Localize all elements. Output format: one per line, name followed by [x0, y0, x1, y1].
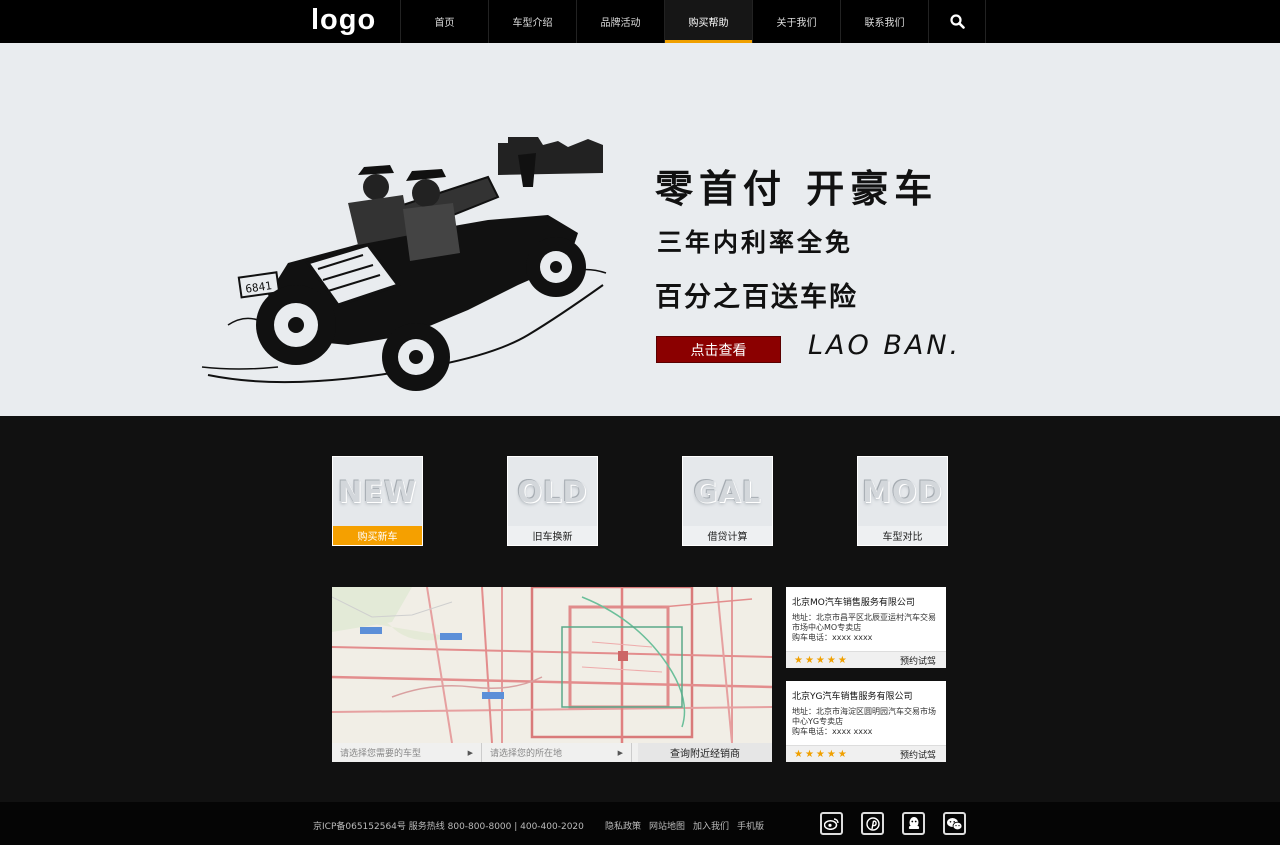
- tile-label: 车型对比: [858, 526, 947, 545]
- main-nav: 首页 车型介绍 品牌活动 购买帮助 关于我们 联系我们: [400, 0, 986, 43]
- dealer-address-text: 地址：北京市昌平区北辰亚运村汽车交易市场中心MO专卖店: [792, 613, 936, 632]
- search-dealers-button[interactable]: 查询附近经销商: [638, 743, 772, 762]
- dealer-card: 北京YG汽车销售服务有限公司 地址：北京市海淀区圆明园汽车交易市场中心YG专卖店…: [786, 681, 946, 762]
- nav-item-models[interactable]: 车型介绍: [488, 0, 576, 43]
- triangle-right-icon: ▶: [617, 748, 623, 757]
- service-tile-gal[interactable]: GAL 借贷计算: [682, 456, 773, 546]
- footer-link-join[interactable]: 加入我们: [693, 819, 729, 832]
- pinterest-button[interactable]: [861, 812, 884, 835]
- slogan-insurance: 百分之百送车险: [655, 282, 858, 313]
- weibo-icon: [824, 818, 839, 830]
- select-model-placeholder: 请选择您需要的车型: [340, 749, 422, 759]
- tile-label: 借贷计算: [683, 526, 772, 545]
- dealer-address: 地址：北京市海淀区圆明园汽车交易市场中心YG专卖店 购车电话：xxxx xxxx: [792, 707, 940, 737]
- vintage-car-illustration: 6841: [201, 137, 607, 391]
- triangle-right-icon: ▶: [467, 748, 473, 757]
- select-location-placeholder: 请选择您的所在地: [490, 749, 563, 759]
- book-test-drive-link[interactable]: 预约试驾: [900, 654, 936, 667]
- nav-item-events[interactable]: 品牌活动: [576, 0, 664, 43]
- view-details-button[interactable]: 点击查看: [656, 336, 781, 363]
- dealer-name: 北京MO汽车销售服务有限公司: [792, 598, 915, 608]
- dealer-card-footer: ★★★★★ 预约试驾: [786, 651, 946, 668]
- footer-link-mobile[interactable]: 手机版: [737, 819, 764, 832]
- slogan-interest: 三年内利率全免: [657, 228, 854, 257]
- service-tile-new[interactable]: NEW 购买新车: [332, 456, 423, 546]
- tile-word: MOD: [862, 475, 943, 509]
- brand-script: LAO BAN.: [808, 330, 962, 361]
- dealer-phone: 购车电话：xxxx xxxx: [792, 633, 873, 642]
- star-rating: ★★★★★: [794, 748, 849, 760]
- dealer-card: 北京MO汽车销售服务有限公司 地址：北京市昌平区北辰亚运村汽车交易市场中心MO专…: [786, 587, 946, 668]
- tile-label: 购买新车: [333, 526, 422, 545]
- star-rating: ★★★★★: [794, 654, 849, 666]
- top-nav-bar: logo 首页 车型介绍 品牌活动 购买帮助 关于我们 联系我们: [0, 0, 1280, 43]
- nav-item-contact[interactable]: 联系我们: [840, 0, 928, 43]
- weibo-button[interactable]: [820, 812, 843, 835]
- dealer-address: 地址：北京市昌平区北辰亚运村汽车交易市场中心MO专卖店 购车电话：xxxx xx…: [792, 613, 940, 643]
- search-button[interactable]: [928, 0, 986, 43]
- dealer-name: 北京YG汽车销售服务有限公司: [792, 692, 913, 702]
- pinterest-icon: [865, 816, 880, 831]
- hero-banner: 6841 零首付 开豪车 三年内利率全免 百分之百送车险 点击查看 LAO BA…: [0, 43, 1280, 416]
- dealer-phone: 购车电话：xxxx xxxx: [792, 727, 873, 736]
- qq-button[interactable]: [902, 812, 925, 835]
- nav-item-purchase-help[interactable]: 购买帮助: [664, 0, 752, 43]
- dealer-address-text: 地址：北京市海淀区圆明园汽车交易市场中心YG专卖店: [792, 707, 936, 726]
- qq-icon: [908, 816, 919, 829]
- search-icon: [949, 14, 965, 29]
- wechat-icon: [947, 817, 963, 830]
- footer-link-privacy[interactable]: 隐私政策: [605, 819, 641, 832]
- service-tile-mod[interactable]: MOD 车型对比: [857, 456, 948, 546]
- map-controls: 请选择您需要的车型 ▶ 请选择您的所在地 ▶ 查询附近经销商: [332, 743, 772, 762]
- book-test-drive-link[interactable]: 预约试驾: [900, 748, 936, 761]
- wechat-button[interactable]: [943, 812, 966, 835]
- tile-word: GAL: [693, 475, 762, 509]
- footer-links: 隐私政策 网站地图 加入我们 手机版: [605, 819, 764, 832]
- slogan-main: 零首付 开豪车: [655, 166, 939, 211]
- site-footer: 京ICP备065152564号 服务热线 800-800-8000 | 400-…: [0, 802, 1280, 845]
- nav-item-about[interactable]: 关于我们: [752, 0, 840, 43]
- tile-word: OLD: [517, 475, 588, 509]
- tile-word: NEW: [337, 475, 418, 509]
- map-roads: [332, 587, 772, 743]
- service-tile-old[interactable]: OLD 旧车换新: [507, 456, 598, 546]
- footer-link-sitemap[interactable]: 网站地图: [649, 819, 685, 832]
- tile-label: 旧车换新: [508, 526, 597, 545]
- footer-info: 京ICP备065152564号 服务热线 800-800-8000 | 400-…: [313, 822, 584, 832]
- dealer-card-footer: ★★★★★ 预约试驾: [786, 745, 946, 762]
- nav-item-home[interactable]: 首页: [400, 0, 488, 43]
- select-model-dropdown[interactable]: 请选择您需要的车型 ▶: [332, 743, 482, 762]
- site-logo[interactable]: logo: [311, 4, 376, 37]
- select-location-dropdown[interactable]: 请选择您的所在地 ▶: [482, 743, 632, 762]
- dealer-map[interactable]: 请选择您需要的车型 ▶ 请选择您的所在地 ▶ 查询附近经销商: [332, 587, 772, 762]
